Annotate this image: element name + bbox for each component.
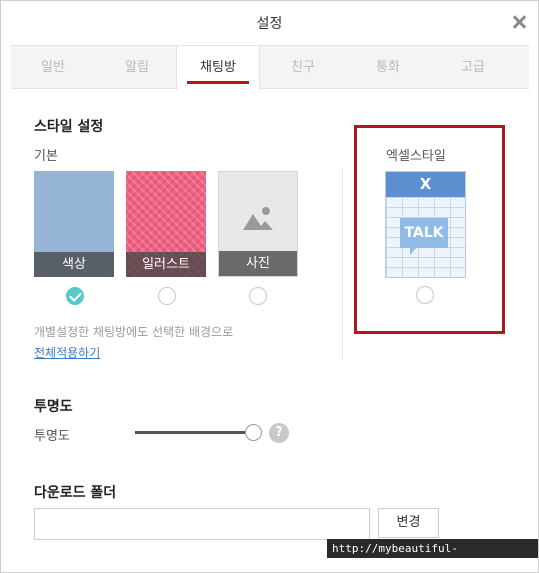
opacity-section-title: 투명도: [34, 399, 73, 415]
download-folder-field[interactable]: [34, 508, 370, 540]
color-style-label: 색상: [34, 252, 114, 277]
color-style-radio[interactable]: [66, 287, 84, 305]
change-folder-button[interactable]: 변경: [378, 508, 439, 538]
tab-calls[interactable]: 통화: [346, 46, 430, 89]
tab-bar: 일반 알림 채팅방 친구 통화 고급: [11, 45, 529, 90]
excel-style-card[interactable]: X TALK: [385, 171, 466, 278]
download-section-title: 다운로드 폴더: [34, 485, 117, 501]
window-title: 설정: [256, 16, 283, 32]
illustration-style-label: 일러스트: [126, 252, 206, 277]
active-tab-underline: [187, 81, 249, 84]
excel-style-radio[interactable]: [416, 286, 434, 304]
settings-window: 설정 일반 알림 채팅방 친구 통화 고급 스타일 설정 기본 색상 일러스트 …: [0, 0, 539, 573]
excel-style-label: 엑셀스타일: [386, 149, 446, 164]
talk-bubble-icon: TALK: [400, 218, 448, 255]
excel-logo-icon: X: [386, 172, 465, 197]
tab-notifications[interactable]: 알림: [95, 46, 179, 89]
apply-all-link[interactable]: 전체적용하기: [34, 344, 100, 361]
illustration-style-card[interactable]: 일러스트: [126, 171, 206, 277]
illustration-style-radio[interactable]: [158, 287, 176, 305]
apply-note: 개별설정한 채팅방에도 선택한 배경으로: [34, 325, 234, 339]
photo-style-label: 사진: [219, 251, 297, 276]
photo-style-card[interactable]: 사진: [218, 171, 298, 277]
watermark-text: http://mybeautiful-life.tistory.com: [327, 539, 538, 572]
tab-chatroom[interactable]: 채팅방: [176, 46, 260, 90]
opacity-label: 투명도: [34, 429, 70, 444]
opacity-slider-thumb[interactable]: [245, 424, 262, 441]
close-icon[interactable]: [512, 15, 526, 29]
help-icon[interactable]: ?: [269, 423, 289, 443]
color-style-card[interactable]: 색상: [34, 171, 114, 277]
photo-style-radio[interactable]: [249, 287, 267, 305]
vertical-divider: [342, 169, 343, 359]
title-bar: 설정: [1, 1, 538, 45]
tab-friends[interactable]: 친구: [261, 46, 345, 89]
image-icon: [243, 207, 273, 230]
opacity-slider-track[interactable]: [135, 431, 253, 434]
tab-general[interactable]: 일반: [11, 46, 95, 89]
tab-advanced[interactable]: 고급: [431, 46, 515, 89]
style-section-title: 스타일 설정: [34, 119, 104, 135]
basic-label: 기본: [34, 149, 58, 164]
